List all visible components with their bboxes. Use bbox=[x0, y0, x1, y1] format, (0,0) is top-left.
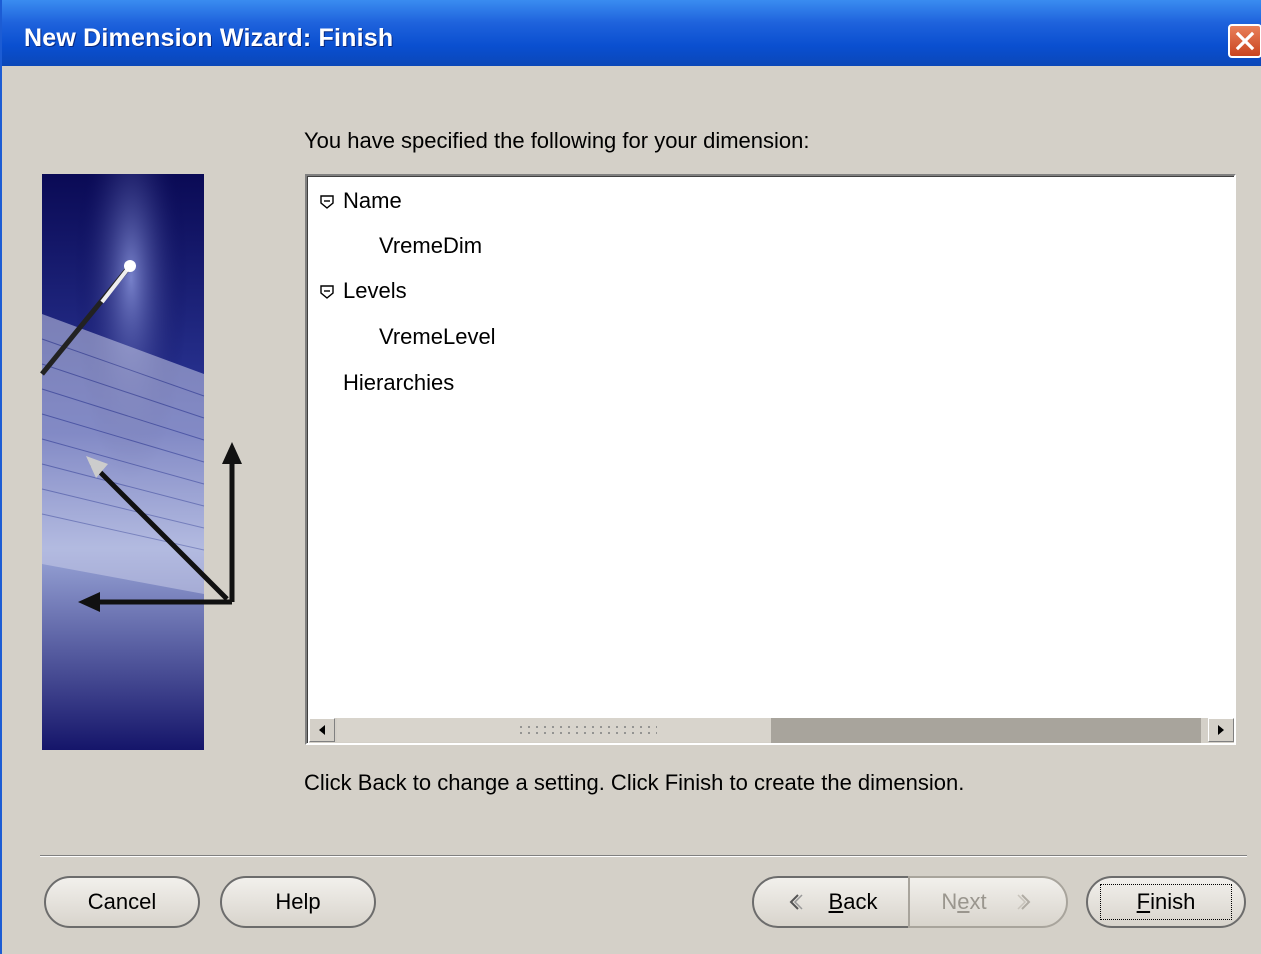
divider bbox=[40, 855, 1247, 857]
next-label-end: xt bbox=[969, 889, 987, 914]
scrollbar-thumb[interactable] bbox=[337, 718, 772, 742]
horizontal-scrollbar[interactable] bbox=[309, 718, 1234, 743]
tree-leaf-name-value[interactable]: VremeDim bbox=[379, 233, 482, 259]
close-button[interactable] bbox=[1228, 24, 1261, 58]
tree-leaf-levels-value[interactable]: VremeLevel bbox=[379, 324, 496, 350]
help-button[interactable]: Help bbox=[220, 876, 376, 928]
scroll-right-button[interactable] bbox=[1208, 718, 1234, 742]
tree-node-hierarchies[interactable]: Hierarchies bbox=[343, 370, 454, 396]
tree-node-levels-label: Levels bbox=[343, 278, 407, 303]
close-icon bbox=[1235, 31, 1255, 51]
back-button[interactable]: Back bbox=[752, 876, 910, 928]
wizard-window: New Dimension Wizard: Finish You have sp… bbox=[0, 0, 1261, 954]
scroll-left-icon bbox=[319, 725, 325, 735]
title-bar[interactable]: New Dimension Wizard: Finish bbox=[2, 0, 1261, 66]
collapse-icon[interactable] bbox=[319, 194, 335, 210]
next-label-start: N bbox=[941, 889, 958, 914]
scroll-right-icon bbox=[1218, 725, 1224, 735]
window-title: New Dimension Wizard: Finish bbox=[24, 24, 394, 52]
intro-text: You have specified the following for you… bbox=[304, 128, 810, 153]
instruction-text: Click Back to change a setting. Click Fi… bbox=[304, 770, 965, 795]
back-chevron-icon bbox=[789, 894, 803, 910]
tree-node-name-label: Name bbox=[343, 188, 402, 213]
cancel-button[interactable]: Cancel bbox=[44, 876, 200, 928]
next-mnemonic: e bbox=[957, 889, 970, 914]
scrollbar-track[interactable] bbox=[771, 718, 1201, 743]
focus-ring bbox=[1100, 884, 1232, 920]
wizard-illustration bbox=[40, 174, 242, 750]
back-mnemonic: B bbox=[828, 889, 844, 914]
summary-tree[interactable]: Name VremeDim Levels VremeLevel Hierarch… bbox=[305, 174, 1236, 745]
next-button: Ne xt bbox=[908, 876, 1068, 928]
back-label: ack bbox=[843, 889, 878, 914]
collapse-icon[interactable] bbox=[319, 284, 335, 300]
scroll-left-button[interactable] bbox=[309, 718, 335, 742]
finish-button[interactable]: Finish bbox=[1086, 876, 1246, 928]
next-chevron-icon bbox=[1017, 894, 1031, 910]
